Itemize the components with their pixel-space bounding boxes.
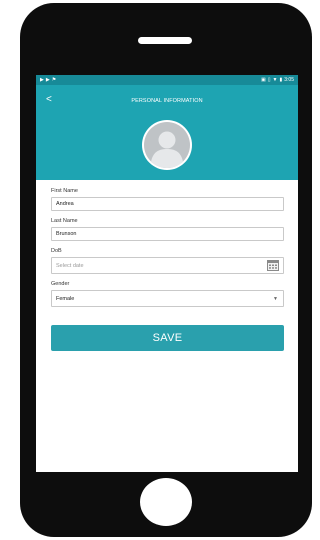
gender-select[interactable]: Female ▼ (51, 290, 284, 307)
personal-info-form: First Name Andrea Last Name Brunson DoB … (36, 180, 298, 351)
last-name-field[interactable]: Brunson (51, 227, 284, 241)
page-title: PERSONAL INFORMATION (131, 98, 203, 104)
phone-speaker (138, 37, 192, 44)
status-time: 3:05 (284, 77, 294, 83)
phone-frame: ▶ ▶ ⚑ ▣ ▯ ▼ ▮ 3:05 < PERSONAL INFORMATIO… (20, 3, 312, 537)
app-header: < PERSONAL INFORMATION (36, 85, 298, 180)
vibrate-icon: ▯ (267, 76, 271, 83)
last-name-value: Brunson (56, 231, 77, 237)
app-screen: ▶ ▶ ⚑ ▣ ▯ ▼ ▮ 3:05 < PERSONAL INFORMATIO… (36, 75, 298, 472)
home-button[interactable] (140, 478, 192, 526)
avatar[interactable] (142, 120, 192, 170)
dob-field[interactable]: Select date (51, 257, 284, 274)
status-bar: ▶ ▶ ⚑ ▣ ▯ ▼ ▮ 3:05 (36, 75, 298, 85)
first-name-label: First Name (51, 188, 78, 194)
play-icon: ▶ (45, 76, 50, 83)
dob-label: DoB (51, 248, 62, 254)
first-name-value: Andrea (56, 201, 74, 207)
dob-placeholder: Select date (56, 262, 84, 269)
last-name-label: Last Name (51, 218, 78, 224)
nfc-icon: ▣ (261, 76, 266, 83)
wifi-icon: ▼ (272, 76, 278, 83)
play-icon: ▶ (40, 76, 44, 83)
save-button[interactable]: SAVE (51, 325, 284, 351)
flag-icon: ⚑ (51, 76, 57, 83)
user-silhouette-icon (144, 122, 190, 168)
gender-value: Female (56, 295, 75, 302)
calendar-icon[interactable] (267, 260, 279, 271)
first-name-field[interactable]: Andrea (51, 197, 284, 211)
battery-icon: ▮ (279, 76, 283, 83)
gender-label: Gender (51, 281, 70, 287)
chevron-down-icon: ▼ (273, 295, 278, 302)
